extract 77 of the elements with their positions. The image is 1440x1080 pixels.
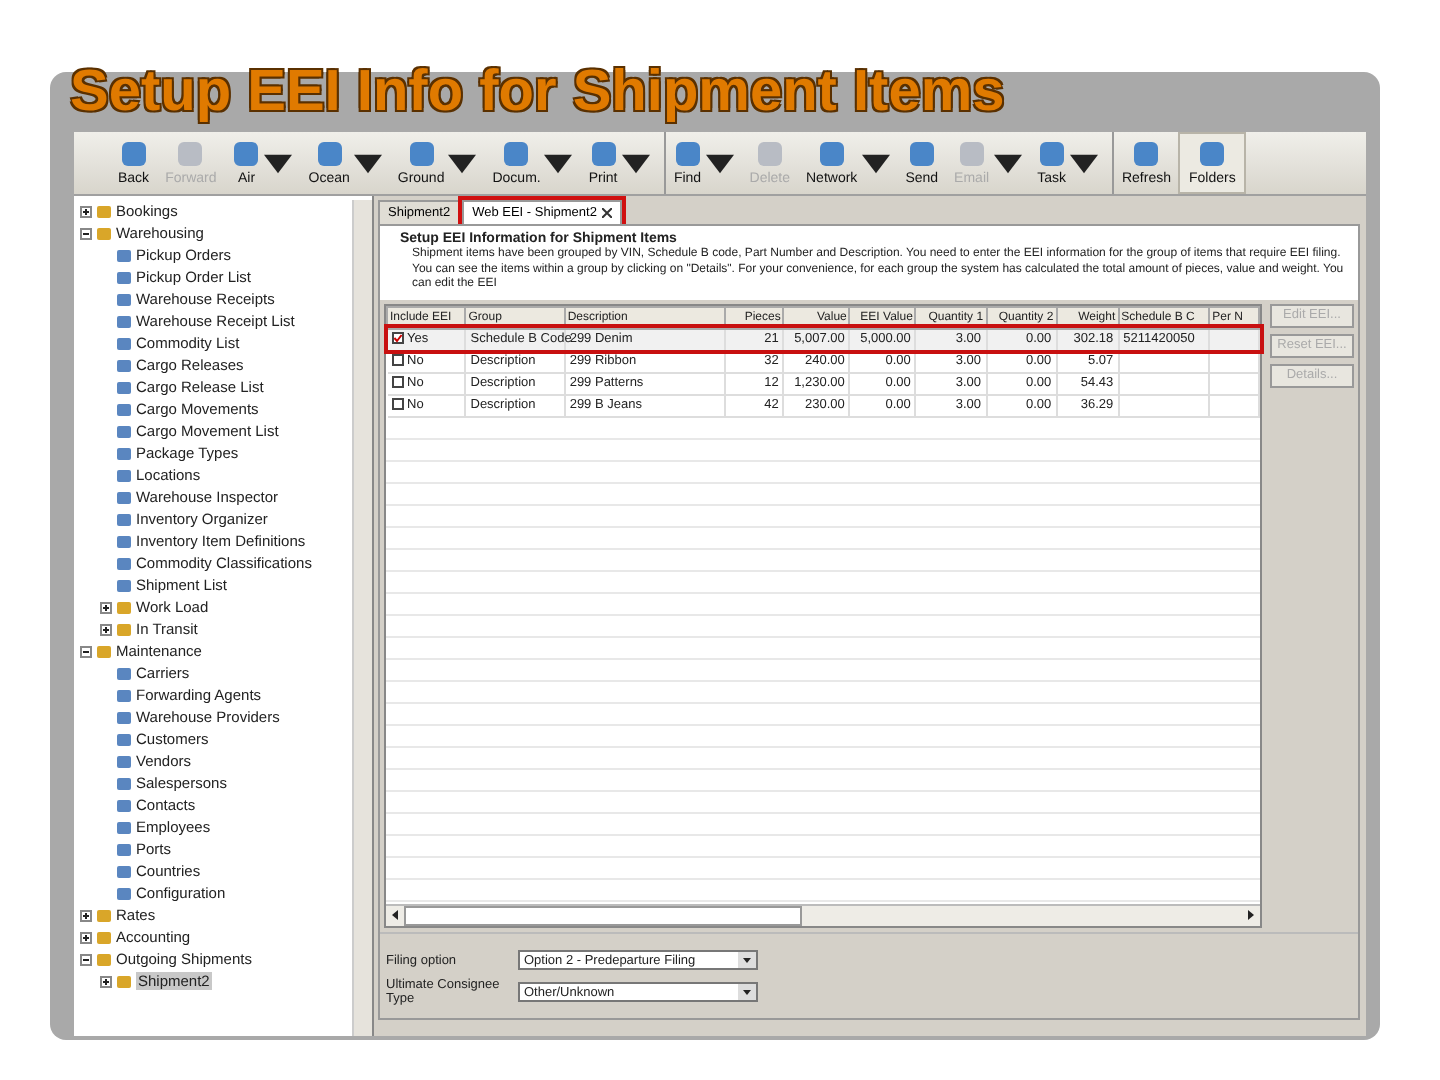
square-icon bbox=[116, 269, 132, 285]
square-icon bbox=[116, 511, 132, 527]
close-icon[interactable] bbox=[602, 208, 613, 218]
square-icon bbox=[315, 140, 344, 168]
square-icon bbox=[116, 775, 132, 791]
square-icon bbox=[96, 225, 112, 241]
checkbox[interactable] bbox=[391, 332, 403, 344]
square-icon bbox=[96, 929, 112, 945]
square-icon bbox=[589, 140, 618, 168]
square-icon bbox=[116, 687, 132, 703]
square-icon bbox=[96, 203, 112, 219]
square-icon bbox=[116, 621, 132, 637]
caret-icon[interactable] bbox=[738, 984, 756, 1000]
square-icon bbox=[116, 841, 132, 857]
square-icon bbox=[96, 907, 112, 923]
square-icon bbox=[116, 247, 132, 263]
square-icon bbox=[116, 357, 132, 373]
caret-icon[interactable] bbox=[621, 149, 650, 177]
square-icon bbox=[116, 731, 132, 747]
square-icon bbox=[96, 643, 112, 659]
square-icon bbox=[116, 291, 132, 307]
square-icon bbox=[116, 885, 132, 901]
square-icon bbox=[116, 489, 132, 505]
caret-icon[interactable] bbox=[448, 149, 477, 177]
caret-icon[interactable] bbox=[353, 149, 382, 177]
caret-icon[interactable] bbox=[544, 149, 573, 177]
square-icon bbox=[232, 140, 261, 168]
square-icon bbox=[1037, 140, 1066, 168]
square-icon bbox=[116, 863, 132, 879]
square-icon bbox=[957, 140, 986, 168]
checkbox[interactable] bbox=[391, 376, 403, 388]
square-icon bbox=[116, 797, 132, 813]
square-icon bbox=[116, 533, 132, 549]
square-icon bbox=[116, 467, 132, 483]
expand-icon[interactable] bbox=[100, 623, 112, 635]
slide-title: Setup EEI Info for Shipment Items bbox=[70, 60, 1005, 126]
scroll-thumb[interactable] bbox=[404, 906, 802, 926]
square-icon bbox=[907, 140, 936, 168]
square-icon bbox=[116, 709, 132, 725]
checkbox[interactable] bbox=[391, 354, 403, 366]
square-icon bbox=[502, 140, 531, 168]
square-icon bbox=[116, 445, 132, 461]
expand-icon[interactable] bbox=[100, 601, 112, 613]
square-icon bbox=[407, 140, 436, 168]
square-icon bbox=[116, 335, 132, 351]
square-icon bbox=[96, 951, 112, 967]
square-icon bbox=[116, 753, 132, 769]
square-icon bbox=[116, 423, 132, 439]
square-icon bbox=[116, 665, 132, 681]
square-icon bbox=[116, 313, 132, 329]
expand-icon[interactable] bbox=[80, 931, 92, 943]
caret-icon[interactable] bbox=[738, 952, 756, 968]
expand-icon[interactable] bbox=[100, 975, 112, 987]
square-icon bbox=[116, 577, 132, 593]
expand-icon[interactable] bbox=[80, 205, 92, 217]
square-icon bbox=[116, 379, 132, 395]
checkbox[interactable] bbox=[391, 398, 403, 410]
square-icon bbox=[817, 140, 846, 168]
collapse-icon[interactable] bbox=[80, 645, 92, 657]
square-icon bbox=[1198, 140, 1227, 168]
caret-icon[interactable] bbox=[861, 149, 890, 177]
expand-icon[interactable] bbox=[80, 909, 92, 921]
square-icon bbox=[1132, 140, 1161, 168]
caret-icon[interactable] bbox=[264, 149, 293, 177]
square-icon bbox=[116, 599, 132, 615]
collapse-icon[interactable] bbox=[80, 227, 92, 239]
square-icon bbox=[116, 973, 132, 989]
caret-icon[interactable] bbox=[1069, 149, 1098, 177]
square-icon bbox=[116, 819, 132, 835]
collapse-icon[interactable] bbox=[80, 953, 92, 965]
square-icon bbox=[116, 401, 132, 417]
square-icon bbox=[116, 555, 132, 571]
square-icon bbox=[176, 140, 205, 168]
square-icon bbox=[755, 140, 784, 168]
caret-icon[interactable] bbox=[705, 149, 734, 177]
square-icon bbox=[673, 140, 702, 168]
square-icon bbox=[119, 140, 148, 168]
